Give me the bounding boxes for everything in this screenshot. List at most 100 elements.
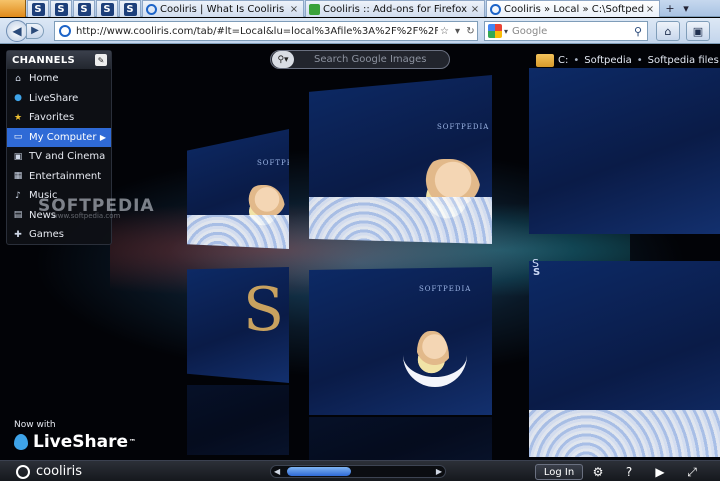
- arrow-right-icon: ▶: [31, 25, 39, 36]
- breadcrumb-folder[interactable]: Softpedia: [584, 55, 632, 66]
- pinned-tab[interactable]: S: [119, 0, 141, 17]
- scroll-right-icon[interactable]: ▶: [436, 467, 442, 476]
- softpedia-watermark-url: www.softpedia.com: [52, 212, 121, 220]
- reload-icon[interactable]: ↻: [464, 26, 477, 37]
- login-button[interactable]: Log In: [535, 464, 583, 480]
- web-search-bar[interactable]: ▾ Google ⚲: [484, 21, 648, 41]
- cooliris-bottom-bar: cooliris ◀ ▶ Log In ⚙ ? ▶ ⤢: [0, 460, 720, 481]
- list-all-tabs-button[interactable]: ▾: [678, 0, 694, 16]
- sidebar-item-my-computer[interactable]: ▭ My Computer ▶: [7, 127, 111, 147]
- music-icon: ♪: [15, 190, 21, 201]
- scroll-thumb[interactable]: [287, 467, 351, 476]
- photo-tile[interactable]: S: [529, 261, 720, 457]
- liveshare-logo[interactable]: LiveShare ™: [14, 432, 136, 452]
- help-icon[interactable]: ?: [617, 464, 641, 480]
- bookmark-star-icon[interactable]: ☆: [438, 26, 451, 37]
- cooliris-logo[interactable]: cooliris: [16, 464, 82, 479]
- firefox-menu-button[interactable]: [0, 0, 26, 17]
- fullscreen-icon[interactable]: ⤢: [680, 464, 704, 480]
- softpedia-favicon-icon: S: [123, 2, 137, 16]
- sidebar-item-label: My Computer: [29, 131, 97, 143]
- liveshare-drop-icon: [14, 434, 28, 450]
- monitor-icon: ▭: [13, 132, 23, 143]
- search-input[interactable]: Google: [512, 26, 629, 37]
- search-options-icon[interactable]: ⚲▾: [272, 51, 294, 68]
- photo-tile[interactable]: S: [187, 267, 289, 383]
- tab-close-icon[interactable]: ×: [469, 4, 481, 15]
- house-icon: ⌂: [664, 24, 672, 38]
- breadcrumb-separator: •: [636, 55, 643, 66]
- tile-swirl: [529, 409, 720, 457]
- softpedia-favicon-icon: S: [54, 2, 68, 16]
- google-logo-icon[interactable]: [488, 24, 502, 38]
- sidebar-item-entertainment[interactable]: ▦ Entertainment: [7, 167, 111, 187]
- sidebar-item-favorites[interactable]: ★ Favorites: [7, 108, 111, 128]
- sidebar-item-label: Home: [29, 73, 59, 85]
- drop-icon: ●: [14, 93, 22, 104]
- breadcrumb-folder[interactable]: Softpedia files: [648, 55, 719, 66]
- folder-icon: [536, 54, 554, 67]
- pin-icon[interactable]: ✎: [95, 54, 107, 66]
- sidebar-item-label: Favorites: [29, 112, 75, 124]
- star-icon: ★: [13, 112, 23, 123]
- cooliris-logo-text: cooliris: [36, 464, 83, 479]
- film-icon: ▦: [13, 171, 23, 182]
- softpedia-favicon-icon: S: [77, 2, 91, 16]
- breadcrumb: C: • Softpedia • Softpedia files: [536, 54, 719, 67]
- sidebar-item-liveshare[interactable]: ● LiveShare: [7, 89, 111, 109]
- photo-tile[interactable]: SOFTPEDIA: [309, 75, 492, 244]
- portrait-figure: [417, 331, 449, 383]
- softpedia-s-mark: S: [532, 257, 539, 270]
- url-text[interactable]: http://www.cooliris.com/tab/#lt=Local&lu…: [76, 26, 438, 37]
- tab-close-icon[interactable]: ×: [644, 4, 656, 15]
- newspaper-icon: ▤: [13, 210, 23, 221]
- sidebar-item-games[interactable]: ✚ Games: [7, 225, 111, 245]
- tab-cooliris-local[interactable]: Cooliris » Local » C:\Softpedia\Soft... …: [486, 0, 660, 17]
- new-tab-button[interactable]: +: [662, 0, 678, 16]
- image-search-input[interactable]: Search Google Images: [314, 54, 427, 65]
- tile-swirl: [309, 196, 492, 244]
- tile-brand-text: SOFTPEDIA: [437, 123, 490, 131]
- gamepad-icon: ✚: [14, 229, 22, 240]
- softpedia-favicon-icon: S: [100, 2, 114, 16]
- cooliris-favicon-icon: [146, 3, 157, 15]
- address-bar[interactable]: http://www.cooliris.com/tab/#lt=Local&lu…: [54, 21, 478, 41]
- tab-cooliris-what-is[interactable]: Cooliris | What Is Cooliris - Media br..…: [142, 0, 304, 17]
- tab-close-icon[interactable]: ×: [288, 4, 300, 15]
- home-button[interactable]: ⌂: [656, 21, 680, 41]
- pinned-tab[interactable]: S: [27, 0, 49, 17]
- breadcrumb-separator: •: [573, 55, 580, 66]
- sidebar-item-tv-and-cinema[interactable]: ▣ TV and Cinema: [7, 147, 111, 167]
- trademark-symbol: ™: [129, 438, 137, 446]
- tile-reflection: [187, 385, 289, 455]
- search-icon[interactable]: ⚲: [629, 25, 647, 38]
- url-dropdown-icon[interactable]: ▾: [451, 26, 464, 37]
- slideshow-icon[interactable]: ▶: [648, 464, 672, 480]
- gear-icon[interactable]: ⚙: [586, 464, 610, 480]
- sidebar-item-home[interactable]: ⌂ Home: [7, 69, 111, 89]
- scroll-left-icon[interactable]: ◀: [274, 467, 280, 476]
- forward-button[interactable]: ▶: [26, 22, 44, 39]
- image-search-box[interactable]: ⚲▾ Search Google Images: [270, 50, 450, 69]
- tab-title: Cooliris :: Add-ons for Firefox: [323, 3, 467, 15]
- pinned-tab[interactable]: S: [50, 0, 72, 17]
- tv-icon: ▣: [13, 151, 23, 162]
- addons-favicon-icon: [309, 3, 320, 15]
- cooliris-favicon-icon: [59, 25, 71, 37]
- cooliris-favicon-icon: [490, 3, 501, 15]
- photo-tile[interactable]: SOFTPEDIA: [309, 267, 492, 415]
- search-engine-dropdown-icon[interactable]: ▾: [504, 27, 508, 36]
- tab-cooliris-addons[interactable]: Cooliris :: Add-ons for Firefox ×: [305, 0, 485, 17]
- pinned-tab[interactable]: S: [73, 0, 95, 17]
- pinned-tab[interactable]: S: [96, 0, 118, 17]
- breadcrumb-drive[interactable]: C:: [558, 55, 568, 66]
- photo-tile[interactable]: SOFTPEDIA: [187, 129, 289, 249]
- ornamental-s-logo: S: [243, 275, 285, 345]
- softpedia-favicon-icon: S: [31, 2, 45, 16]
- tab-title: Cooliris | What Is Cooliris - Media br..…: [160, 3, 288, 15]
- wall-scrollbar[interactable]: ◀ ▶: [270, 465, 446, 478]
- liveshare-logo-text: LiveShare: [33, 432, 129, 452]
- extension-button[interactable]: ▣: [686, 21, 710, 41]
- photo-tile[interactable]: [529, 68, 720, 234]
- back-button[interactable]: ◀: [6, 19, 28, 42]
